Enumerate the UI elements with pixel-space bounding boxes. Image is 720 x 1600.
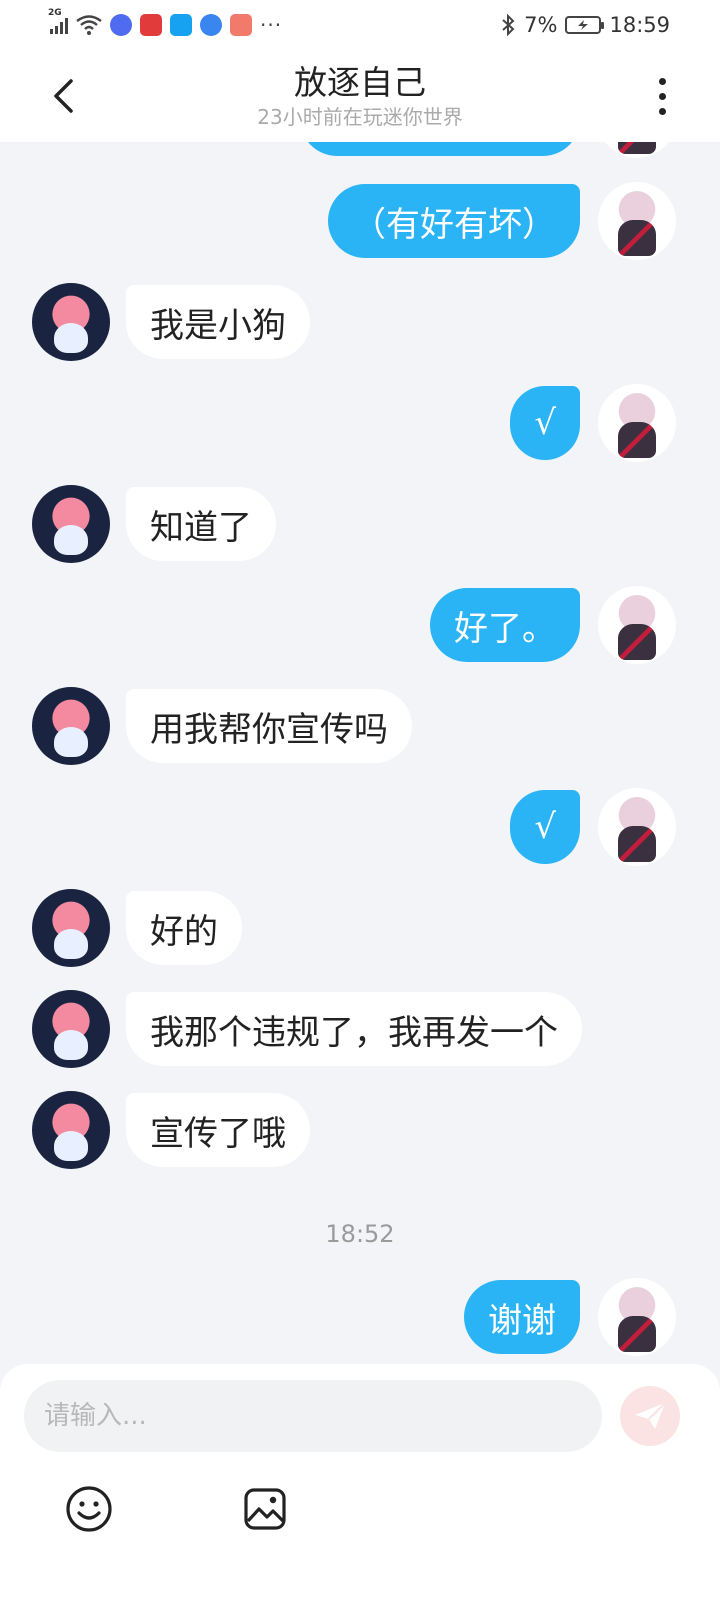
send-button[interactable] bbox=[620, 1386, 680, 1446]
my-avatar[interactable] bbox=[598, 586, 676, 664]
message-row: 我那个违规了，我再发一个 bbox=[0, 990, 720, 1070]
my-avatar[interactable] bbox=[598, 182, 676, 260]
message-bubble[interactable]: 谢谢 bbox=[464, 1280, 580, 1354]
contact-avatar[interactable] bbox=[32, 687, 110, 765]
bluetooth-icon bbox=[502, 14, 515, 36]
charging-icon bbox=[578, 20, 589, 30]
more-vertical-icon bbox=[658, 77, 666, 85]
contact-avatar[interactable] bbox=[32, 889, 110, 967]
cellular-signal-icon: 2G bbox=[48, 8, 68, 34]
status-left: 2G ··· bbox=[48, 8, 283, 37]
message-bubble[interactable]: 宣传了哦 bbox=[126, 1093, 310, 1167]
message-row: √ bbox=[0, 788, 720, 868]
message-bubble[interactable]: 我那个违规了，我再发一个 bbox=[126, 992, 582, 1066]
contact-avatar[interactable] bbox=[32, 990, 110, 1068]
message-row: 好的 bbox=[0, 889, 720, 969]
message-bubble[interactable]: 知道了 bbox=[126, 487, 276, 561]
status-bar: 2G ··· 7% 18:59 bbox=[0, 0, 720, 50]
message-row: 用我帮你宣传吗 bbox=[0, 687, 720, 767]
browser-app-icon bbox=[200, 14, 222, 36]
chat-header: 放逐自己 23小时前在玩迷你世界 bbox=[0, 50, 720, 142]
back-arrow-icon bbox=[54, 79, 73, 113]
battery-icon bbox=[565, 16, 605, 34]
message-bubble[interactable]: √ bbox=[510, 386, 580, 460]
contact-name: 放逐自己 bbox=[293, 63, 426, 102]
send-icon bbox=[635, 1402, 666, 1429]
heart-app-icon bbox=[140, 14, 162, 36]
message-row bbox=[0, 142, 720, 160]
battery-percent: 7% bbox=[524, 13, 558, 37]
back-button[interactable] bbox=[48, 76, 78, 116]
contact-avatar[interactable] bbox=[32, 485, 110, 563]
emoji-icon bbox=[66, 1486, 112, 1532]
my-avatar[interactable] bbox=[598, 142, 676, 158]
message-row: （有好有坏） bbox=[0, 182, 720, 262]
emoji-button[interactable] bbox=[64, 1484, 114, 1534]
message-row: 好了。 bbox=[0, 586, 720, 666]
network-type-label: 2G bbox=[48, 8, 62, 18]
title-block: 放逐自己 23小时前在玩迷你世界 bbox=[257, 62, 462, 130]
message-row: √ bbox=[0, 384, 720, 464]
image-icon bbox=[244, 1488, 286, 1530]
message-bubble[interactable]: 我是小狗 bbox=[126, 285, 310, 359]
contact-status: 23小时前在玩迷你世界 bbox=[257, 105, 463, 129]
message-composer bbox=[0, 1364, 720, 1600]
message-input[interactable] bbox=[24, 1380, 602, 1452]
message-bubble[interactable]: 好的 bbox=[126, 891, 242, 965]
music-app-icon bbox=[110, 14, 132, 36]
message-row: 知道了 bbox=[0, 485, 720, 565]
my-avatar[interactable] bbox=[598, 788, 676, 866]
search-app-icon bbox=[170, 14, 192, 36]
message-bubble[interactable]: √ bbox=[510, 790, 580, 864]
message-bubble[interactable]: 用我帮你宣传吗 bbox=[126, 689, 412, 763]
contact-avatar[interactable] bbox=[32, 1091, 110, 1169]
message-list[interactable]: （有好有坏） 我是小狗 √ 知道了 好了。 用我帮你宣传吗 √ 好的 我那个违规… bbox=[0, 142, 720, 1364]
message-bubble[interactable]: 好了。 bbox=[430, 588, 580, 662]
shop-app-icon bbox=[230, 14, 252, 36]
contact-avatar[interactable] bbox=[32, 283, 110, 361]
my-avatar[interactable] bbox=[598, 384, 676, 462]
more-notifications-icon: ··· bbox=[260, 13, 283, 37]
message-row: 宣传了哦 bbox=[0, 1091, 720, 1171]
message-row: 谢谢 bbox=[0, 1278, 720, 1358]
message-bubble-partial[interactable] bbox=[300, 142, 580, 156]
wifi-icon bbox=[76, 15, 102, 35]
status-right: 7% 18:59 bbox=[500, 13, 670, 37]
more-options-button[interactable] bbox=[648, 74, 676, 118]
message-bubble[interactable]: （有好有坏） bbox=[328, 184, 580, 258]
image-button[interactable] bbox=[240, 1484, 290, 1534]
message-row: 我是小狗 bbox=[0, 283, 720, 363]
my-avatar[interactable] bbox=[598, 1278, 676, 1356]
clock: 18:59 bbox=[609, 13, 670, 37]
message-timestamp: 18:52 bbox=[325, 1220, 395, 1248]
